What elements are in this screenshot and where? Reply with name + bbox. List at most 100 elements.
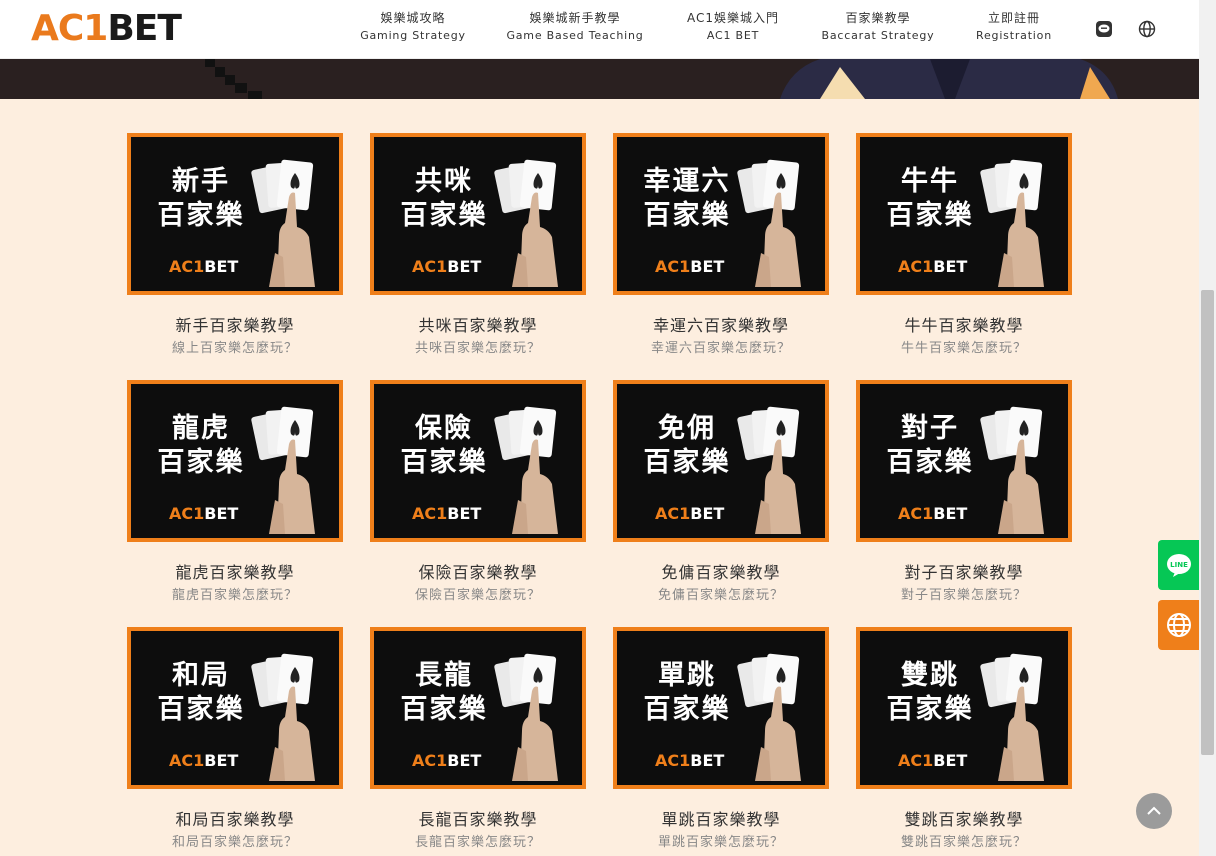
- baccarat-card[interactable]: 雙跳 百家樂 AC1BET 雙跳百家樂教學雙跳百家樂怎麼玩？: [856, 627, 1072, 852]
- card-thumbnail[interactable]: 和局 百家樂 AC1BET: [127, 627, 343, 789]
- card-thumbnail[interactable]: 新手 百家樂 AC1BET: [127, 133, 343, 295]
- card-title[interactable]: 龍虎百家樂教學: [127, 562, 343, 584]
- baccarat-card[interactable]: 對子 百家樂 AC1BET 對子百家樂教學對子百家樂怎麼玩？: [856, 380, 1072, 605]
- card-title[interactable]: 長龍百家樂教學: [370, 809, 586, 831]
- card-title[interactable]: 新手百家樂教學: [127, 315, 343, 337]
- globe-icon[interactable]: [1137, 19, 1157, 39]
- card-thumbnail[interactable]: 保險 百家樂 AC1BET: [370, 380, 586, 542]
- site-logo[interactable]: AC 1 BET: [31, 8, 182, 49]
- line-float-button[interactable]: LINE: [1158, 540, 1199, 590]
- card-subtitle: 單跳百家樂怎麼玩？: [657, 835, 784, 850]
- nav-label-zh: 娛樂城攻略: [380, 11, 446, 25]
- nav-label-en: Gaming Strategy: [360, 29, 466, 42]
- card-thumbnail-logo: AC1BET: [169, 257, 239, 276]
- card-thumbnail-logo: AC1BET: [169, 751, 239, 770]
- back-to-top-button[interactable]: [1136, 793, 1172, 829]
- card-thumbnail-logo: AC1BET: [655, 257, 725, 276]
- logo-one-text: 1: [83, 8, 108, 49]
- line-icon[interactable]: [1094, 19, 1114, 39]
- playing-cards-hand-icon: [494, 406, 558, 534]
- baccarat-card[interactable]: 共咪 百家樂 AC1BET 共咪百家樂教學共咪百家樂怎麼玩？: [370, 133, 586, 358]
- card-subtitle: 免傭百家樂怎麼玩？: [657, 588, 784, 603]
- card-subtitle: 對子百家樂怎麼玩？: [900, 588, 1027, 603]
- card-thumbnail-logo: AC1BET: [655, 504, 725, 523]
- card-subtitle: 線上百家樂怎麼玩？: [171, 341, 298, 356]
- playing-cards-hand-icon: [980, 159, 1044, 287]
- card-thumbnail-logo: AC1BET: [412, 257, 482, 276]
- card-thumbnail[interactable]: 共咪 百家樂 AC1BET: [370, 133, 586, 295]
- card-title[interactable]: 雙跳百家樂教學: [856, 809, 1072, 831]
- card-thumbnail[interactable]: 長龍 百家樂 AC1BET: [370, 627, 586, 789]
- nav-ac1-bet[interactable]: AC1娛樂城入門 AC1 BET: [653, 10, 813, 46]
- card-thumbnail-logo: AC1BET: [412, 504, 482, 523]
- playing-cards-hand-icon: [737, 406, 801, 534]
- playing-cards-hand-icon: [737, 653, 801, 781]
- playing-cards-hand-icon: [251, 159, 315, 287]
- language-float-button[interactable]: [1158, 600, 1199, 650]
- card-subtitle: 牛牛百家樂怎麼玩？: [900, 341, 1027, 356]
- playing-cards-hand-icon: [980, 653, 1044, 781]
- card-thumbnail[interactable]: 免佣 百家樂 AC1BET: [613, 380, 829, 542]
- card-subtitle: 幸運六百家樂怎麼玩？: [650, 341, 791, 356]
- baccarat-card[interactable]: 和局 百家樂 AC1BET 和局百家樂教學 和局百家樂怎麼玩？: [127, 627, 343, 852]
- baccarat-card[interactable]: 新手 百家樂 AC1BET 新手百家樂教學線上百家樂怎麼玩？: [127, 133, 343, 358]
- playing-cards-hand-icon: [251, 406, 315, 534]
- playing-cards-hand-icon: [251, 653, 315, 781]
- nav-label-zh: AC1娛樂城入門: [686, 11, 779, 25]
- card-thumbnail-image: 單跳 百家樂 AC1BET: [617, 631, 825, 785]
- baccarat-card[interactable]: 保險 百家樂 AC1BET 保險百家樂教學保險百家樂怎麼玩？: [370, 380, 586, 605]
- card-title[interactable]: 保險百家樂教學: [370, 562, 586, 584]
- card-thumbnail-image: 免佣 百家樂 AC1BET: [617, 384, 825, 538]
- scrollbar-thumb[interactable]: [1201, 290, 1214, 755]
- playing-cards-hand-icon: [494, 159, 558, 287]
- card-title[interactable]: 對子百家樂教學: [856, 562, 1072, 584]
- card-thumbnail-image: 共咪 百家樂 AC1BET: [374, 137, 582, 291]
- baccarat-card[interactable]: 免佣 百家樂 AC1BET 免傭百家樂教學免傭百家樂怎麼玩？: [613, 380, 829, 605]
- hero-character-icon: [780, 59, 1118, 99]
- card-thumbnail-image: 長龍 百家樂 AC1BET: [374, 631, 582, 785]
- card-thumbnail-logo: AC1BET: [655, 751, 725, 770]
- card-title[interactable]: 和局百家樂教學: [127, 809, 343, 831]
- nav-gaming-strategy[interactable]: 娛樂城攻略 Gaming Strategy: [333, 10, 493, 46]
- card-title[interactable]: 牛牛百家樂教學: [856, 315, 1072, 337]
- scrollbar[interactable]: [1199, 0, 1216, 856]
- baccarat-card[interactable]: 單跳 百家樂 AC1BET 單跳百家樂教學單跳百家樂怎麼玩？: [613, 627, 829, 852]
- card-thumbnail[interactable]: 雙跳 百家樂 AC1BET: [856, 627, 1072, 789]
- card-subtitle: 雙跳百家樂怎麼玩？: [900, 835, 1027, 850]
- nav-label-en: Game Based Teaching: [506, 29, 644, 42]
- card-subtitle: 龍虎百家樂怎麼玩？: [171, 588, 298, 603]
- baccarat-card[interactable]: 長龍 百家樂 AC1BET 長龍百家樂教學長龍百家樂怎麼玩？: [370, 627, 586, 852]
- nav-registration[interactable]: 立即註冊 Registration: [934, 10, 1094, 46]
- card-subtitle: 共咪百家樂怎麼玩？: [414, 341, 541, 356]
- globe-icon: [1166, 613, 1191, 637]
- baccarat-card[interactable]: 幸運六 百家樂 AC1BET 幸運六百家樂教學幸運六百家樂怎麼玩？: [613, 133, 829, 358]
- logo-bet-text: BET: [107, 8, 182, 49]
- card-thumbnail[interactable]: 龍虎 百家樂 AC1BET: [127, 380, 343, 542]
- card-thumbnail[interactable]: 幸運六 百家樂 AC1BET: [613, 133, 829, 295]
- nav-game-based-teaching[interactable]: 娛樂城新手教學 Game Based Teaching: [495, 10, 655, 46]
- baccarat-card[interactable]: 牛牛 百家樂 AC1BET 牛牛百家樂教學牛牛百家樂怎麼玩？: [856, 133, 1072, 358]
- card-thumbnail-logo: AC1BET: [412, 751, 482, 770]
- card-thumbnail-image: 牛牛 百家樂 AC1BET: [860, 137, 1068, 291]
- nav-label-en: Registration: [976, 29, 1052, 42]
- playing-cards-hand-icon: [494, 653, 558, 781]
- card-thumbnail-logo: AC1BET: [169, 504, 239, 523]
- card-subtitle: 保險百家樂怎麼玩？: [414, 588, 541, 603]
- card-subtitle: 長龍百家樂怎麼玩？: [414, 835, 541, 850]
- playing-cards-hand-icon: [980, 406, 1044, 534]
- card-title[interactable]: 免傭百家樂教學: [613, 562, 829, 584]
- card-thumbnail-image: 雙跳 百家樂 AC1BET: [860, 631, 1068, 785]
- card-thumbnail-image: 對子 百家樂 AC1BET: [860, 384, 1068, 538]
- card-thumbnail-image: 新手 百家樂 AC1BET: [131, 137, 339, 291]
- card-thumbnail-image: 和局 百家樂 AC1BET: [131, 631, 339, 785]
- card-thumbnail[interactable]: 牛牛 百家樂 AC1BET: [856, 133, 1072, 295]
- card-thumbnail[interactable]: 對子 百家樂 AC1BET: [856, 380, 1072, 542]
- playing-cards-hand-icon: [737, 159, 801, 287]
- card-title[interactable]: 共咪百家樂教學: [370, 315, 586, 337]
- card-title[interactable]: 單跳百家樂教學: [613, 809, 829, 831]
- card-title[interactable]: 幸運六百家樂教學: [613, 315, 829, 337]
- baccarat-card[interactable]: 龍虎 百家樂 AC1BET 龍虎百家樂教學龍虎百家樂怎麼玩？: [127, 380, 343, 605]
- card-thumbnail[interactable]: 單跳 百家樂 AC1BET: [613, 627, 829, 789]
- card-thumbnail-image: 保險 百家樂 AC1BET: [374, 384, 582, 538]
- nav-label-en: AC1 BET: [706, 29, 760, 42]
